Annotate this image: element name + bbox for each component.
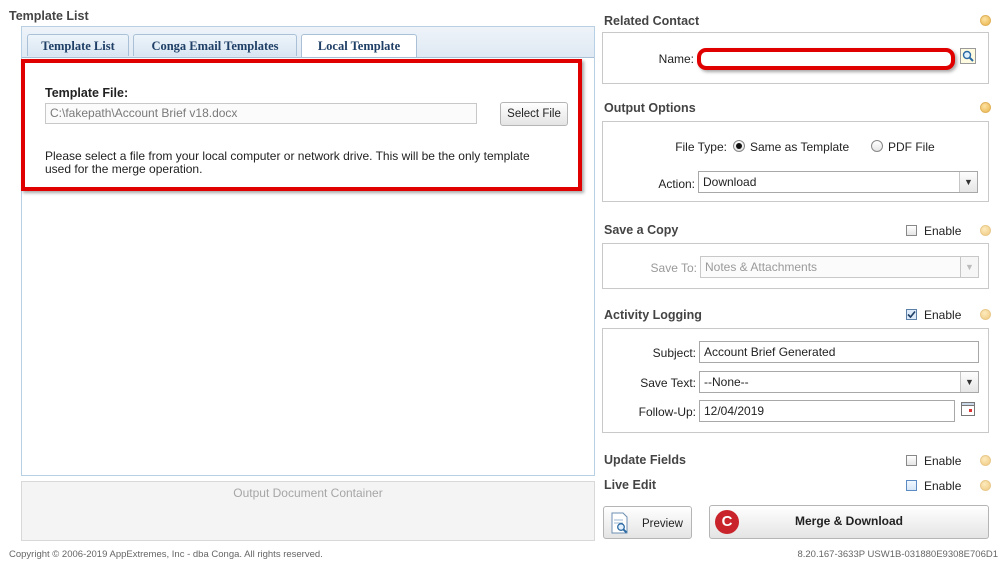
save-text-label: Save Text: [640,376,696,390]
follow-up-label: Follow-Up: [638,405,696,419]
save-text-select-value: --None-- [704,375,749,389]
activity-logging-heading: Activity Logging [604,308,702,322]
save-copy-heading: Save a Copy [604,223,679,237]
template-list-heading: Template List [9,9,89,23]
update-fields-heading: Update Fields [604,453,686,467]
name-field[interactable] [697,48,955,70]
copyright-text: Copyright © 2006-2019 AppExtremes, Inc -… [9,549,323,560]
activity-logging-enable-checkbox[interactable] [906,309,917,320]
action-select-value: Download [703,175,757,189]
live-edit-enable-checkbox[interactable] [906,480,917,491]
save-copy-help-icon[interactable] [980,225,991,236]
name-label: Name: [658,52,694,66]
chevron-down-icon: ▼ [959,172,977,192]
update-fields-enable-label: Enable [924,454,962,468]
save-copy-enable-label: Enable [924,224,962,238]
template-file-help-text: Please select a file from your local com… [45,149,530,176]
save-to-select[interactable]: Notes & Attachments ▼ [700,256,979,278]
live-edit-heading: Live Edit [604,478,657,492]
file-type-pdf-label: PDF File [888,140,935,154]
live-edit-help-icon[interactable] [980,480,991,491]
select-file-button[interactable]: Select File [500,102,568,126]
save-to-label: Save To: [650,261,697,275]
save-to-select-value: Notes & Attachments [705,260,818,274]
action-label: Action: [658,177,695,191]
update-fields-enable-checkbox[interactable] [906,455,917,466]
chevron-down-icon: ▼ [960,257,978,277]
merge-download-label: Merge & Download [794,514,903,528]
version-text: 8.20.167-3633P USW1B-031880E9308E706D1 [797,549,998,560]
preview-document-icon [611,512,629,534]
output-options-help-icon[interactable] [980,102,991,113]
activity-logging-enable-label: Enable [924,308,962,322]
merge-download-button[interactable]: C Merge & Download [709,505,989,539]
action-select[interactable]: Download ▼ [698,171,978,193]
tab-template-list[interactable]: Template List [27,34,129,56]
chevron-down-icon: ▼ [960,372,978,392]
file-type-same-as-template-label: Same as Template [750,140,850,154]
follow-up-field[interactable]: 12/04/2019 [699,400,955,422]
preview-button-label: Preview [642,518,683,530]
live-edit-enable-label: Enable [924,479,962,493]
related-contact-help-icon[interactable] [980,15,991,26]
related-contact-heading: Related Contact [604,14,700,28]
preview-button[interactable]: Preview [603,506,692,539]
save-text-select[interactable]: --None-- ▼ [699,371,979,393]
update-fields-help-icon[interactable] [980,455,991,466]
file-type-same-as-template-radio[interactable] [733,140,745,152]
activity-logging-help-icon[interactable] [980,309,991,320]
output-container-label: Output Document Container [233,486,383,500]
tab-local-template[interactable]: Local Template [301,34,417,57]
template-file-label: Template File: [45,86,129,100]
subject-label: Subject: [652,346,696,360]
template-file-field[interactable]: C:\fakepath\Account Brief v18.docx [45,103,477,124]
file-type-pdf-radio[interactable] [871,140,883,152]
file-type-label: File Type: [675,140,727,154]
lookup-search-icon[interactable] [960,48,976,64]
save-copy-enable-checkbox[interactable] [906,225,917,236]
output-options-heading: Output Options [604,101,696,115]
calendar-icon[interactable] [961,401,975,416]
output-document-container: Output Document Container [21,481,595,541]
subject-field[interactable]: Account Brief Generated [699,341,979,363]
tab-conga-email-templates[interactable]: Conga Email Templates [133,34,297,56]
